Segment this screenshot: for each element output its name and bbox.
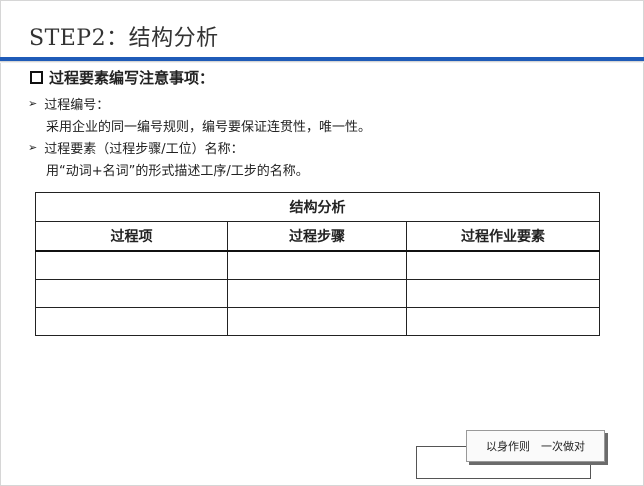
table-cell — [405, 279, 601, 308]
arrow-bullet-icon: ➢ — [28, 141, 38, 154]
table-row — [35, 250, 601, 280]
section-heading-text: 过程要素编写注意事项： — [49, 69, 215, 87]
table-cell — [35, 279, 228, 308]
table-row — [35, 307, 601, 336]
column-header: 过程项 — [35, 221, 228, 252]
structure-analysis-table: 结构分析 过程项 过程步骤 过程作业要素 — [34, 192, 601, 336]
bullet-detail: 用“动词+名词”的形式描述工序/工步的名称。 — [46, 164, 309, 179]
bullet-label: 过程要素（过程步骤/工位）名称： — [44, 142, 244, 157]
arrow-bullet-icon: ➢ — [28, 97, 38, 110]
table-cell — [227, 307, 407, 336]
table-cell — [35, 307, 228, 336]
table-cell — [227, 250, 407, 280]
motto-stamp: 以身作则 一次做对 — [466, 430, 605, 462]
checkbox-square-icon — [30, 71, 43, 84]
bullet-detail: 采用企业的同一编号规则，编号要保证连贯性，唯一性。 — [46, 120, 372, 135]
section-heading: 过程要素编写注意事项： — [30, 67, 214, 88]
table-cell — [405, 307, 601, 336]
table-cell — [405, 250, 601, 280]
column-header: 过程作业要素 — [405, 221, 601, 252]
table-cell — [227, 279, 407, 308]
bullet-item: ➢ 过程要素（过程步骤/工位）名称： — [28, 138, 244, 157]
title-underline-shadow — [0, 61, 644, 63]
table-caption: 结构分析 — [34, 192, 601, 222]
bullet-label: 过程编号： — [44, 98, 110, 113]
column-header: 过程步骤 — [227, 221, 407, 252]
table-cell — [35, 250, 228, 280]
table-row — [35, 279, 601, 308]
slide-title: STEP2：结构分析 — [29, 26, 219, 51]
bullet-item: ➢ 过程编号： — [28, 94, 109, 113]
